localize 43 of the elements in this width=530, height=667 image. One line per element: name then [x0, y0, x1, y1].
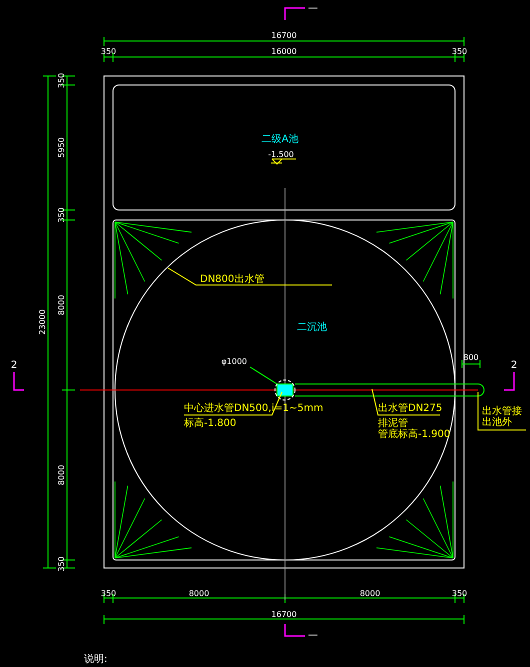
elevation-text: -1.500 — [268, 150, 294, 159]
dimension-text: 8000 — [360, 589, 380, 598]
center-well-ring — [274, 380, 296, 400]
annotation-text: DN800出水管 — [200, 274, 264, 285]
dimension-text: 350 — [452, 47, 468, 56]
section-mark — [284, 7, 305, 20]
dimension-text: 350 — [57, 207, 66, 223]
dimension-text: 350 — [452, 589, 468, 598]
annotation-text: 出水管接 — [482, 406, 522, 417]
section-mark — [13, 372, 24, 391]
dimension-text: 5950 — [57, 137, 66, 158]
dimension-text: 8000 — [57, 294, 66, 316]
diameter-label: φ1000 — [221, 357, 247, 366]
notes-heading: 说明: — [84, 654, 108, 665]
leader-line — [250, 366, 278, 384]
center-well — [276, 384, 294, 396]
dimension-text: 16700 — [271, 31, 297, 40]
annotation-text: 出池外 — [482, 417, 512, 428]
section-mark — [284, 624, 305, 637]
annotation-text: 排泥管 — [378, 418, 408, 429]
section-mark — [504, 372, 515, 391]
dimension-text: 350 — [57, 556, 66, 572]
dimension-text: 350 — [100, 589, 116, 598]
tank-label: 二级A池 — [262, 134, 298, 145]
section-label: 2 — [10, 360, 18, 371]
dimension-text: 350 — [100, 47, 116, 56]
dimension-text: 800 — [463, 353, 479, 362]
annotation-text: 标高-1.800 — [184, 418, 236, 429]
dimension-text: 23000 — [38, 309, 47, 335]
dimension-text: 350 — [57, 72, 66, 88]
section-label: 一 — [308, 631, 318, 642]
dimension-text: 8000 — [57, 464, 66, 486]
leader-line — [372, 388, 440, 416]
elevation-symbol — [270, 158, 296, 165]
dimension-text: 8000 — [188, 589, 210, 598]
dimension-text: 16700 — [271, 610, 297, 619]
tank-label: 二沉池 — [297, 322, 327, 333]
section-label: 2 — [510, 360, 518, 371]
annotation-text: 出水管DN275 — [378, 403, 442, 414]
section-label: 一 — [308, 4, 318, 15]
dimension-line — [462, 360, 480, 368]
leader-line — [478, 392, 526, 430]
dimension-text: 16000 — [271, 47, 297, 56]
